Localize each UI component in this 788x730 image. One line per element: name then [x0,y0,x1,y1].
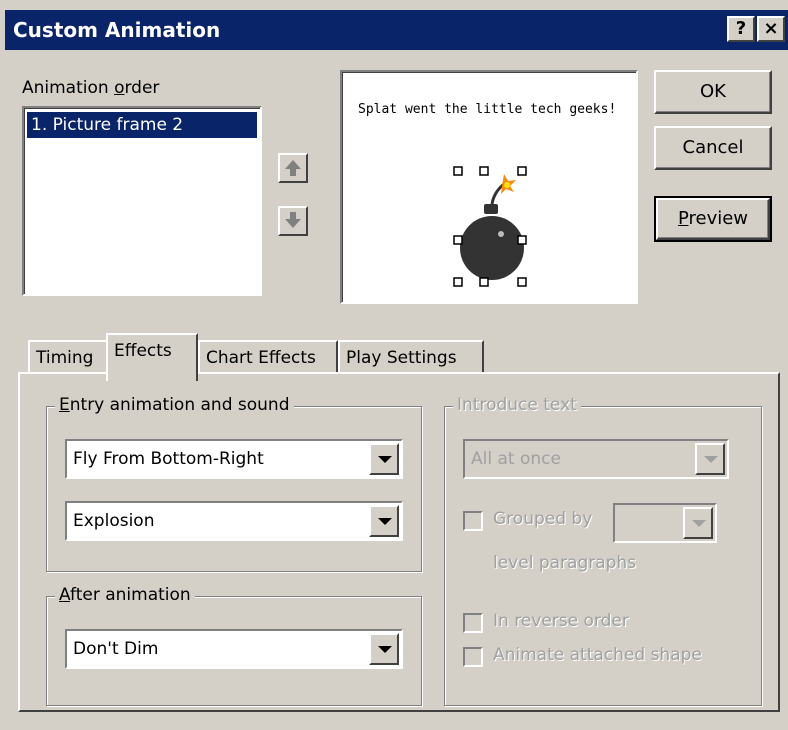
after-animation-value: Don't Dim [73,639,159,659]
animate-attached-shape-checkbox[interactable] [463,647,483,667]
chevron-down-icon[interactable] [683,507,713,539]
chevron-down-icon[interactable] [369,633,399,665]
animate-attached-shape-label: Animate attached shape [493,645,702,665]
introduce-text-dropdown[interactable]: All at once [463,439,729,479]
entry-effect-value: Fly From Bottom-Right [73,449,264,469]
introduce-text-value: All at once [471,449,561,469]
after-animation-dropdown[interactable]: Don't Dim [65,629,403,669]
move-down-button[interactable] [278,206,308,236]
after-group-label: After animation [55,585,195,605]
help-button[interactable]: ? [727,16,755,42]
ok-button[interactable]: OK [654,70,772,114]
effects-panel: Entry animation and sound Fly From Botto… [18,372,780,712]
cancel-button[interactable]: Cancel [654,126,772,170]
entry-sound-value: Explosion [73,511,155,531]
entry-group-label: Entry animation and sound [55,395,294,415]
introduce-text-group: Introduce text All at once Grouped by le… [444,395,762,706]
chevron-down-icon[interactable] [369,505,399,537]
grouped-by-label: Grouped by [493,509,593,529]
title-bar[interactable]: Custom Animation ? × [5,10,788,50]
reverse-order-checkbox[interactable] [463,613,483,633]
reverse-order-label: In reverse order [493,611,629,631]
close-button[interactable]: × [757,16,785,42]
move-up-button[interactable] [278,153,308,183]
chevron-down-icon[interactable] [369,443,399,475]
up-arrow-icon [285,160,301,176]
preview-button[interactable]: Preview [654,196,772,242]
list-item[interactable]: 1. Picture frame 2 [27,112,257,138]
after-animation-group: After animation Don't Dim [46,585,422,706]
tab-effects[interactable]: Effects [106,333,198,381]
bomb-icon [453,166,527,287]
entry-sound-dropdown[interactable]: Explosion [65,501,403,541]
window-title: Custom Animation [13,18,221,42]
preview-pane: Splat went the little tech geeks! [340,70,638,304]
introduce-text-label: Introduce text [453,395,581,415]
preview-caption: Splat went the little tech geeks! [358,102,617,117]
grouped-by-checkbox[interactable] [463,511,483,531]
entry-effect-dropdown[interactable]: Fly From Bottom-Right [65,439,403,479]
animation-order-list[interactable]: 1. Picture frame 2 [22,106,262,296]
down-arrow-icon [285,212,301,228]
level-paragraphs-label: level paragraphs [493,553,637,573]
entry-animation-group: Entry animation and sound Fly From Botto… [46,395,422,572]
grouped-by-level-dropdown[interactable] [613,503,717,543]
animation-order-label: Animation order [22,78,160,98]
chevron-down-icon[interactable] [695,443,725,475]
custom-animation-dialog: Custom Animation ? × Animation order 1. … [0,0,788,730]
